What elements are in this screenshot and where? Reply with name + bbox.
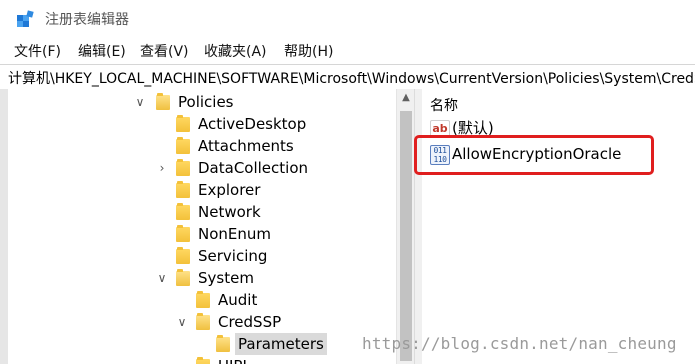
tree-item-parameters[interactable]: Parameters	[8, 333, 388, 355]
menu-edit[interactable]: 编辑(E)	[78, 41, 126, 61]
folder-icon	[176, 181, 190, 198]
tree-item-label: Parameters	[235, 333, 327, 355]
tree-item-label: DataCollection	[198, 159, 309, 177]
tree-item-label: Policies	[178, 93, 234, 111]
tree-item-label: System	[198, 269, 254, 287]
folder-open-icon	[216, 335, 230, 352]
values-list[interactable]: 名称 ab (默认) 011 110 AllowEncryptionOracle	[422, 89, 695, 364]
registry-tree[interactable]: ∨ Policies ActiveDesktop Attachments › D…	[8, 89, 396, 364]
tree-item-label: Network	[198, 203, 261, 221]
chevron-down-icon[interactable]: ∨	[156, 267, 168, 289]
tree-item-policies[interactable]: ∨ Policies	[8, 91, 388, 113]
menu-favorites[interactable]: 收藏夹(A)	[204, 41, 267, 61]
scroll-thumb[interactable]	[400, 111, 412, 361]
title-bar: 注册表编辑器	[0, 0, 695, 38]
chevron-down-icon[interactable]: ∨	[176, 311, 188, 333]
address-bar[interactable]: 计算机\HKEY_LOCAL_MACHINE\SOFTWARE\Microsof…	[0, 64, 695, 90]
scroll-up-arrow-icon[interactable]: ▲	[397, 89, 415, 107]
tree-item-uipi[interactable]: UIPI	[8, 355, 388, 364]
folder-open-icon	[176, 269, 190, 286]
red-highlight-box	[414, 135, 654, 175]
folder-icon	[176, 203, 190, 220]
watermark: https://blog.csdn.net/nan_cheung	[362, 334, 677, 353]
menu-file[interactable]: 文件(F)	[14, 41, 61, 61]
registry-editor-icon	[17, 10, 34, 27]
left-border	[0, 89, 8, 364]
window-title: 注册表编辑器	[45, 12, 129, 28]
folder-icon	[196, 357, 210, 364]
chevron-right-icon[interactable]: ›	[156, 157, 168, 179]
tree-item-network[interactable]: Network	[8, 201, 388, 223]
tree-item-label: UIPI	[215, 355, 250, 364]
tree-item-label: Audit	[218, 291, 258, 309]
tree-item-label: Attachments	[198, 137, 294, 155]
folder-icon	[176, 225, 190, 242]
tree-item-datacollection[interactable]: › DataCollection	[8, 157, 388, 179]
column-header-name[interactable]: 名称	[430, 95, 458, 115]
tree-item-explorer[interactable]: Explorer	[8, 179, 388, 201]
tree-item-attachments[interactable]: Attachments	[8, 135, 388, 157]
tree-item-system[interactable]: ∨ System	[8, 267, 388, 289]
folder-icon	[176, 137, 190, 154]
tree-item-label: Explorer	[198, 181, 261, 199]
tree-item-label: Servicing	[198, 247, 268, 265]
tree-scrollbar[interactable]: ▲	[396, 89, 415, 364]
tree-item-nonenum[interactable]: NonEnum	[8, 223, 388, 245]
tree-item-credssp[interactable]: ∨ CredSSP	[8, 311, 388, 333]
folder-icon	[176, 247, 190, 264]
folder-icon	[176, 159, 190, 176]
menu-help[interactable]: 帮助(H)	[284, 41, 333, 61]
folder-open-icon	[196, 313, 210, 330]
menu-bar: 文件(F) 编辑(E) 查看(V) 收藏夹(A) 帮助(H)	[0, 38, 695, 64]
tree-item-activedesktop[interactable]: ActiveDesktop	[8, 113, 388, 135]
tree-item-servicing[interactable]: Servicing	[8, 245, 388, 267]
address-path[interactable]: 计算机\HKEY_LOCAL_MACHINE\SOFTWARE\Microsof…	[8, 68, 695, 88]
folder-icon	[176, 115, 190, 132]
tree-item-label: ActiveDesktop	[198, 115, 307, 133]
tree-item-label: NonEnum	[198, 225, 272, 243]
chevron-down-icon[interactable]: ∨	[134, 91, 146, 113]
tree-item-audit[interactable]: Audit	[8, 289, 388, 311]
menu-view[interactable]: 查看(V)	[140, 41, 189, 61]
folder-icon	[196, 291, 210, 308]
tree-item-label: CredSSP	[218, 313, 282, 331]
folder-open-icon	[156, 93, 170, 110]
